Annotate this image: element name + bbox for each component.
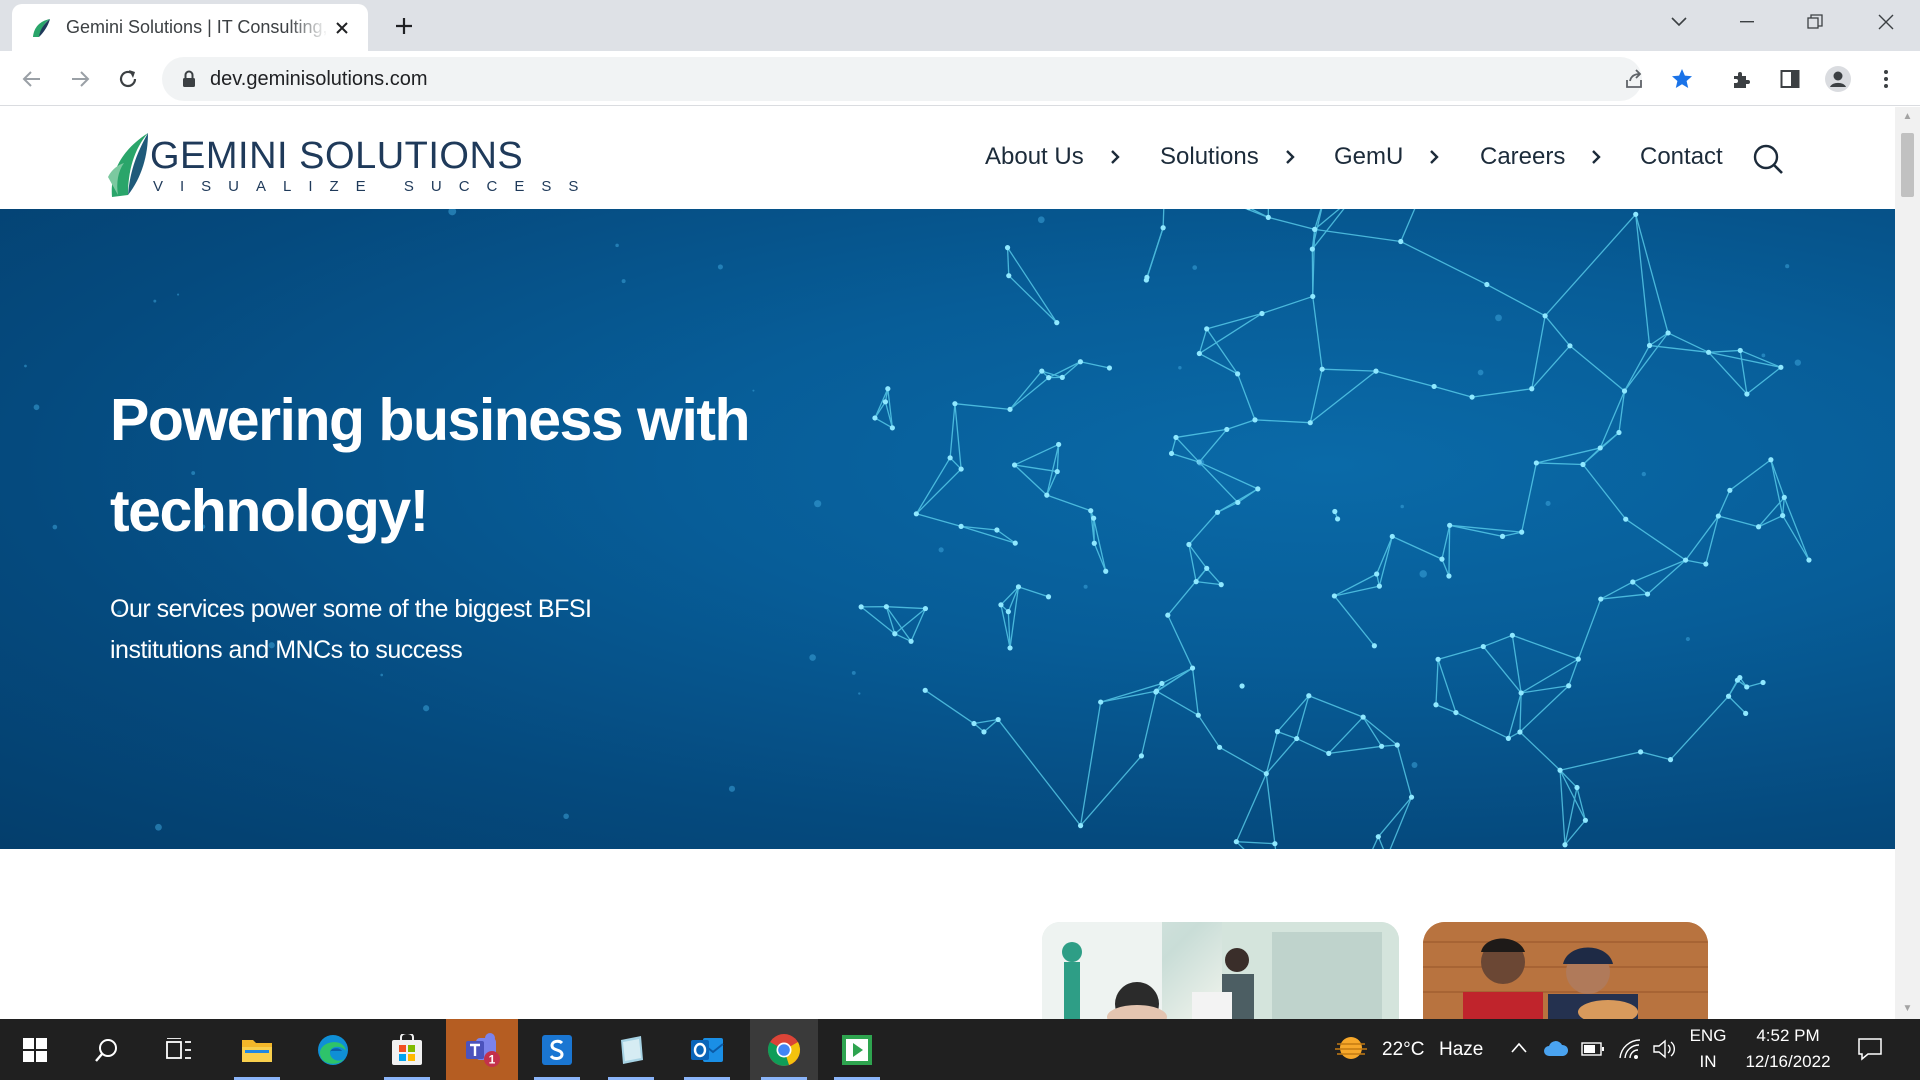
share-icon[interactable] <box>1616 61 1652 97</box>
chevron-right-icon <box>1285 150 1295 164</box>
page-scrollbar[interactable]: ▲ ▼ <box>1895 107 1920 1019</box>
nav-careers-label: Careers <box>1480 143 1566 170</box>
skype-business-icon[interactable] <box>526 1019 588 1080</box>
side-panel-icon[interactable] <box>1772 61 1808 97</box>
file-explorer-icon[interactable] <box>226 1019 288 1080</box>
nav-about-us-label: About Us <box>985 143 1084 170</box>
hero-subtitle: Our services power some of the biggest B… <box>110 595 592 664</box>
chevron-right-icon <box>1592 150 1602 164</box>
minimize-button[interactable] <box>1713 0 1781 44</box>
nav-solutions-label: Solutions <box>1160 143 1259 170</box>
team-guitar-photo <box>1423 922 1708 1019</box>
nav-careers[interactable]: Careers <box>1480 143 1603 171</box>
tab-search-chevron-icon[interactable] <box>1645 0 1713 44</box>
browser-toolbar: dev.geminisolutions.com <box>0 51 1920 106</box>
search-icon[interactable] <box>1752 143 1784 175</box>
url-text: dev.geminisolutions.com <box>210 67 428 90</box>
chevron-right-icon <box>1430 150 1440 164</box>
teams-badge: 1 <box>489 1052 496 1066</box>
nav-contact-label: Contact <box>1640 143 1723 170</box>
outlook-icon[interactable] <box>676 1019 738 1080</box>
media-icon[interactable] <box>826 1019 888 1080</box>
nav-contact[interactable]: Contact <box>1640 143 1723 171</box>
site-header: GEMINI SOLUTIONS VISUALIZE SUCCESS About… <box>0 107 1895 209</box>
new-tab-button[interactable] <box>388 10 420 42</box>
content-section <box>0 849 1895 1019</box>
windows-start-icon[interactable] <box>4 1019 66 1080</box>
address-bar[interactable]: dev.geminisolutions.com <box>162 57 1642 101</box>
back-icon[interactable] <box>14 61 50 97</box>
windows-taskbar: 1 22°C Haze ENG IN 4:52 PM 12/16/2022 <box>0 1019 1920 1080</box>
chrome-icon[interactable] <box>750 1019 818 1080</box>
nav-gemu-label: GemU <box>1334 143 1404 170</box>
close-window-button[interactable] <box>1852 0 1920 44</box>
language-line2[interactable]: IN <box>1688 1052 1728 1072</box>
store-icon[interactable] <box>376 1019 438 1080</box>
notes-icon[interactable] <box>600 1019 662 1080</box>
nav-solutions[interactable]: Solutions <box>1160 143 1297 171</box>
nav-about-us[interactable]: About Us <box>985 143 1122 171</box>
language-line1[interactable]: ENG <box>1688 1026 1728 1046</box>
lock-icon <box>183 70 195 87</box>
clock-time[interactable]: 4:52 PM <box>1738 1026 1838 1046</box>
menu-icon[interactable] <box>1868 61 1904 97</box>
main-navigation: About Us Solutions GemU Careers Contact <box>0 107 1895 209</box>
office-team-photo <box>1042 922 1399 1019</box>
notification-icon[interactable] <box>1857 1036 1883 1062</box>
chevron-right-icon <box>1110 150 1120 164</box>
weather-icon <box>1335 1037 1367 1059</box>
teams-icon[interactable]: 1 <box>446 1019 518 1080</box>
page-viewport: GEMINI SOLUTIONS VISUALIZE SUCCESS About… <box>0 107 1895 1019</box>
volume-icon[interactable] <box>1652 1038 1678 1060</box>
wifi-icon[interactable] <box>1618 1038 1642 1060</box>
forward-icon[interactable] <box>62 61 98 97</box>
profile-icon[interactable] <box>1820 61 1856 97</box>
reload-icon[interactable] <box>110 61 146 97</box>
star-icon[interactable] <box>1664 61 1700 97</box>
nav-gemu[interactable]: GemU <box>1334 143 1441 171</box>
gemini-favicon-icon <box>33 18 50 37</box>
hero-banner: Powering business with technology! Our s… <box>0 209 1895 849</box>
extensions-icon[interactable] <box>1724 61 1760 97</box>
tab-close-icon[interactable] <box>328 14 356 42</box>
task-view-icon[interactable] <box>148 1019 210 1080</box>
battery-icon[interactable] <box>1581 1041 1605 1057</box>
edge-icon[interactable] <box>302 1019 364 1080</box>
weather-description[interactable]: Haze <box>1439 1039 1483 1061</box>
onedrive-icon[interactable] <box>1543 1040 1569 1058</box>
scroll-up-arrow-icon[interactable]: ▲ <box>1901 111 1914 123</box>
weather-temperature[interactable]: 22°C <box>1382 1039 1424 1061</box>
scroll-down-arrow-icon[interactable]: ▼ <box>1901 1003 1914 1015</box>
browser-tab[interactable]: Gemini Solutions | IT Consulting, Softwa… <box>12 4 368 51</box>
restore-button[interactable] <box>1781 0 1849 44</box>
browser-tab-strip: Gemini Solutions | IT Consulting, Softwa… <box>0 0 1920 51</box>
taskbar-search-icon[interactable] <box>76 1019 138 1080</box>
scrollbar-thumb[interactable] <box>1901 133 1914 197</box>
hero-title: Powering business with technology! <box>110 387 751 544</box>
tab-title: Gemini Solutions | IT Consulting, Softwa… <box>66 17 328 37</box>
chevron-up-icon[interactable] <box>1510 1041 1528 1055</box>
clock-date[interactable]: 12/16/2022 <box>1738 1052 1838 1072</box>
